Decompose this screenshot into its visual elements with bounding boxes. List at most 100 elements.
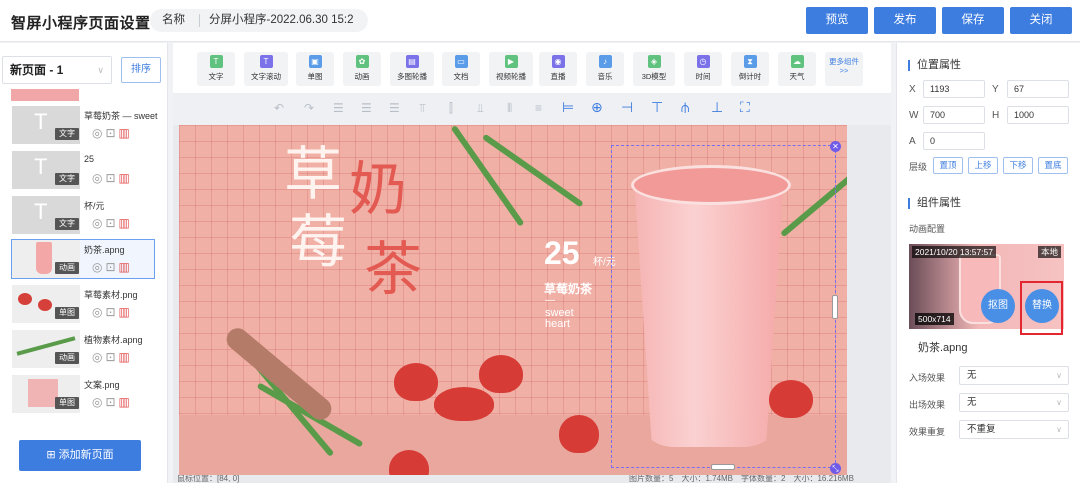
- eye-icon[interactable]: ◎: [92, 126, 105, 140]
- snap-top-icon[interactable]: ⊤: [651, 99, 663, 116]
- trash-icon[interactable]: ▥: [119, 216, 133, 230]
- align-left-icon[interactable]: ☰: [333, 101, 344, 115]
- preview-button[interactable]: 预览: [806, 7, 868, 34]
- align-right-icon[interactable]: ☰: [389, 101, 400, 115]
- save-button[interactable]: 保存: [942, 7, 1004, 34]
- eye-icon[interactable]: ◎: [92, 350, 105, 364]
- send-to-back-button[interactable]: 置底: [1038, 157, 1068, 174]
- widget-label: 3D模型: [641, 72, 667, 81]
- poster-title-char: 奶: [349, 155, 408, 223]
- publish-button[interactable]: 发布: [874, 7, 936, 34]
- widget-live[interactable]: ◉ 直播: [539, 52, 577, 86]
- eye-icon[interactable]: ◎: [92, 395, 105, 409]
- widget-label: 动画: [354, 72, 370, 81]
- lock-icon[interactable]: ⊡: [105, 126, 118, 140]
- widget-countdown[interactable]: ⧗ 倒计时: [731, 52, 769, 86]
- bottom-resize-handle[interactable]: [711, 464, 735, 470]
- eye-icon[interactable]: ◎: [92, 171, 105, 185]
- h-input[interactable]: 1000: [1007, 106, 1069, 124]
- enter-effect-select[interactable]: 无 ∨: [959, 366, 1069, 385]
- layer-item[interactable]: 动画 植物素材.apng ◎⊡▥: [11, 329, 155, 369]
- widget-text[interactable]: T 文字: [197, 52, 235, 86]
- price-number: 25: [544, 235, 580, 271]
- trash-icon[interactable]: ▥: [119, 305, 133, 319]
- repeat-select[interactable]: 不重复 ∨: [959, 420, 1069, 439]
- strawberry-thumbnail: [38, 299, 52, 311]
- fullscreen-icon[interactable]: ⛶: [740, 99, 750, 116]
- eye-icon[interactable]: ◎: [92, 260, 105, 274]
- a-input[interactable]: 0: [923, 132, 985, 150]
- move-down-button[interactable]: 下移: [1003, 157, 1033, 174]
- layer-item[interactable]: 单图 文案.png ◎⊡▥: [11, 374, 155, 414]
- trash-icon[interactable]: ▥: [119, 171, 133, 185]
- snap-right-icon[interactable]: ⊣: [621, 99, 633, 116]
- w-input[interactable]: 700: [923, 106, 985, 124]
- snap-middle-icon[interactable]: ⫛: [681, 99, 689, 116]
- lock-icon[interactable]: ⊡: [105, 260, 118, 274]
- trash-icon[interactable]: ▥: [119, 395, 133, 409]
- bring-to-front-button[interactable]: 置顶: [933, 157, 963, 174]
- widget-carousel[interactable]: ▤ 多图轮播: [390, 52, 434, 86]
- move-up-button[interactable]: 上移: [968, 157, 998, 174]
- y-label: Y: [992, 84, 999, 95]
- widget-label: 文字: [208, 72, 224, 81]
- undo-icon[interactable]: ↶: [274, 101, 284, 115]
- trash-icon[interactable]: ▥: [119, 260, 133, 274]
- selection-box[interactable]: [611, 145, 836, 468]
- y-input[interactable]: 67: [1007, 80, 1069, 98]
- name-input[interactable]: 分屏小程序-2022.06.30 15:2: [209, 9, 359, 32]
- cutout-button[interactable]: 抠图: [981, 289, 1015, 323]
- widget-3d-model[interactable]: ◈ 3D模型: [633, 52, 675, 86]
- snap-center-icon[interactable]: ⊕: [591, 99, 603, 116]
- poster-stage[interactable]: 草 奶 莓 茶 25 杯/元 草莓奶茶 — sweet heart ✕ ⤡: [179, 125, 847, 475]
- layer-item[interactable]: 单图 草莓素材.png ◎⊡▥: [11, 284, 155, 324]
- lock-icon[interactable]: ⊡: [105, 395, 118, 409]
- text-art-thumbnail: [28, 379, 58, 407]
- widget-music[interactable]: ♪ 音乐: [586, 52, 624, 86]
- more-widgets-button[interactable]: 更多组件>>: [825, 52, 863, 86]
- widget-text-scroll[interactable]: T 文字滚动: [244, 52, 288, 86]
- trash-icon[interactable]: ▥: [119, 126, 133, 140]
- close-button[interactable]: 关闭: [1010, 7, 1072, 34]
- eye-icon[interactable]: ◎: [92, 305, 105, 319]
- layer-item[interactable]: T 文字 25 ◎⊡▥: [11, 150, 155, 190]
- side-resize-handle[interactable]: [832, 295, 838, 319]
- align-middle-icon[interactable]: ⫿: [449, 101, 453, 116]
- text-icon: T: [34, 199, 48, 224]
- widget-image[interactable]: ▣ 单图: [296, 52, 334, 86]
- poster-title-char: 茶: [364, 235, 423, 303]
- widget-time[interactable]: ◷ 时间: [684, 52, 722, 86]
- distribute-h-icon[interactable]: ⦀: [507, 101, 512, 116]
- strawberry-thumbnail: [18, 293, 32, 305]
- snap-bottom-icon[interactable]: ⊥: [711, 99, 723, 116]
- widget-weather[interactable]: ☁ 天气: [778, 52, 816, 86]
- lock-icon[interactable]: ⊡: [105, 171, 118, 185]
- widget-animation[interactable]: ✿ 动画: [343, 52, 381, 86]
- x-label: X: [909, 84, 916, 95]
- exit-effect-select[interactable]: 无 ∨: [959, 393, 1069, 412]
- snap-left-icon[interactable]: ⊨: [562, 99, 574, 116]
- x-input[interactable]: 1193: [923, 80, 985, 98]
- redo-icon[interactable]: ↷: [304, 101, 314, 115]
- widget-document[interactable]: ▭ 文档: [442, 52, 480, 86]
- align-center-icon[interactable]: ☰: [361, 101, 372, 115]
- layer-item-selected[interactable]: 动画 奶茶.apng ◎⊡▥: [11, 239, 155, 279]
- layer-item[interactable]: T 文字 杯/元 ◎⊡▥: [11, 195, 155, 235]
- sort-button[interactable]: 排序: [121, 57, 161, 83]
- widget-video[interactable]: ▶ 视频轮播: [489, 52, 533, 86]
- distribute-v-icon[interactable]: ≡: [535, 101, 542, 115]
- eye-icon[interactable]: ◎: [92, 216, 105, 230]
- name-field[interactable]: 名称 分屏小程序-2022.06.30 15:2: [150, 9, 368, 32]
- align-top-icon[interactable]: ⫪: [419, 101, 426, 116]
- trash-icon[interactable]: ▥: [119, 350, 133, 364]
- lock-icon[interactable]: ⊡: [105, 305, 118, 319]
- lock-icon[interactable]: ⊡: [105, 350, 118, 364]
- page-select[interactable]: 新页面 - 1 ∨: [2, 56, 112, 84]
- layer-item[interactable]: T 文字 草莓奶茶 — sweet heart ◎⊡▥: [11, 105, 158, 145]
- add-page-button[interactable]: ⊞ 添加新页面: [19, 440, 141, 471]
- lock-icon[interactable]: ⊡: [105, 216, 118, 230]
- close-icon[interactable]: ✕: [830, 141, 841, 152]
- align-bottom-icon[interactable]: ⫫: [477, 101, 484, 116]
- cup-thumbnail: [36, 242, 52, 274]
- resize-handle-icon[interactable]: ⤡: [830, 463, 841, 474]
